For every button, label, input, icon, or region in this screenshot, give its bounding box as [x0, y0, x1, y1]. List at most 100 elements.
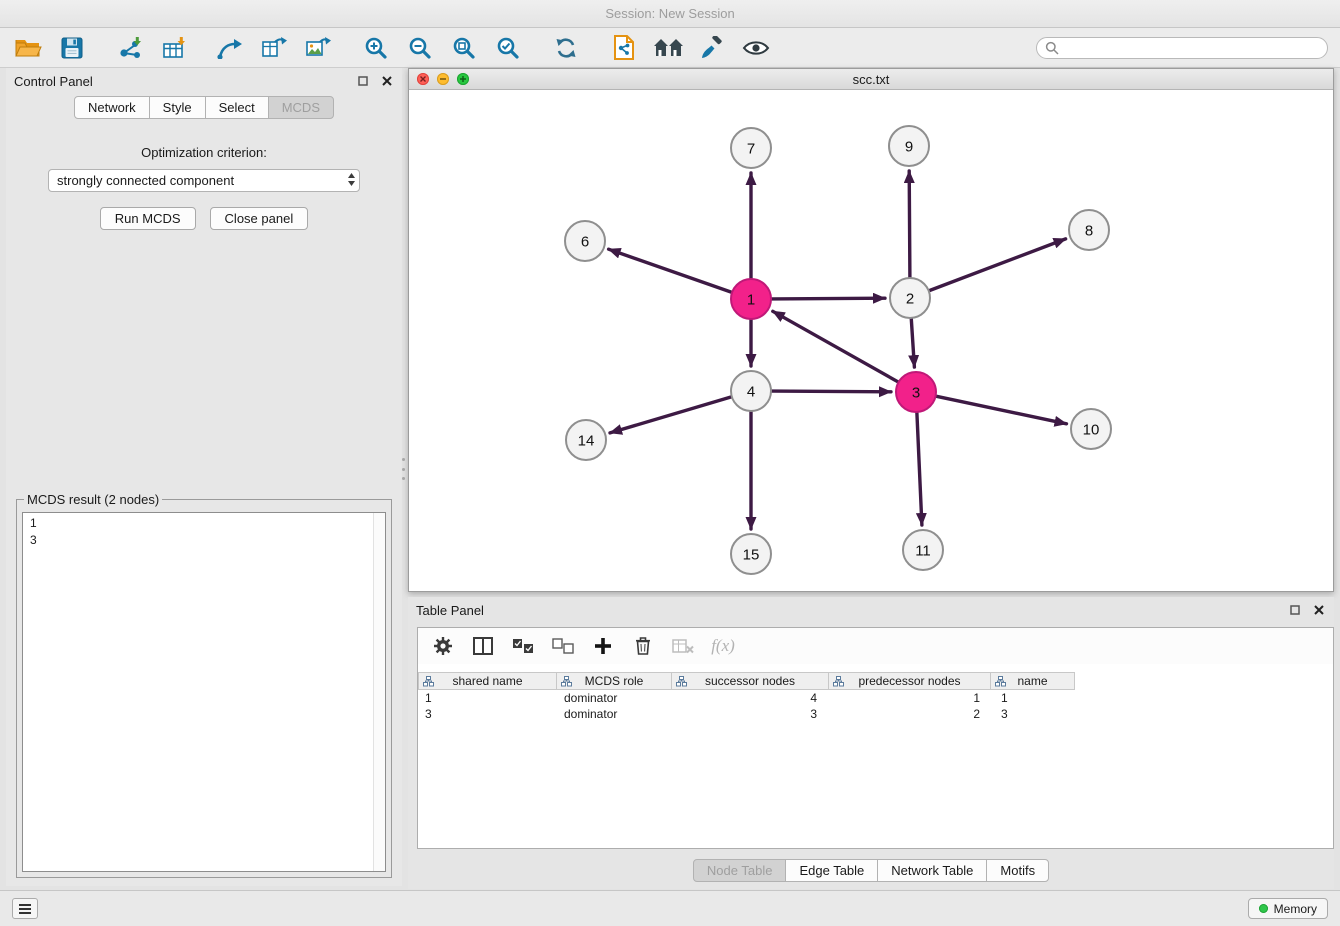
function-builder-button[interactable]: f(x)	[710, 633, 736, 659]
zoom-selected-button[interactable]	[492, 32, 524, 64]
import-table-button[interactable]	[158, 32, 190, 64]
control-panel-tabs: NetworkStyleSelectMCDS	[6, 96, 402, 119]
apply-style-button[interactable]	[696, 32, 728, 64]
table-row[interactable]: 3dominator323	[418, 706, 1333, 722]
close-control-panel-button[interactable]	[380, 74, 394, 88]
mcds-result-item: 3	[30, 532, 378, 549]
network-window-titlebar[interactable]: scc.txt	[409, 69, 1333, 90]
node-table-header: shared name MCDS role successor nodesprede…	[418, 672, 1333, 690]
zoom-in-button[interactable]	[360, 32, 392, 64]
table-cell: 1	[831, 690, 994, 706]
tab-style[interactable]: Style	[149, 96, 206, 119]
network-window-title: scc.txt	[853, 72, 890, 87]
destroy-table-button[interactable]	[670, 633, 696, 659]
edge-2-8[interactable]	[930, 239, 1066, 291]
edge-3-10[interactable]	[937, 396, 1067, 424]
node-11[interactable]: 11	[903, 530, 943, 570]
table-row[interactable]: 1dominator411	[418, 690, 1333, 706]
task-history-button[interactable]	[12, 898, 38, 919]
column-header-shared-name[interactable]: shared name	[418, 672, 557, 690]
panel-splitter-handle[interactable]	[400, 458, 406, 480]
optimization-dropdown[interactable]: strongly connected component	[48, 169, 360, 192]
column-header-predecessor-nodes[interactable]: predecessor nodes	[828, 672, 991, 690]
node-14[interactable]: 14	[566, 420, 606, 460]
delete-column-button[interactable]	[630, 633, 656, 659]
window-titlebar: Session: New Session	[0, 0, 1340, 28]
memory-button[interactable]: Memory	[1248, 898, 1328, 919]
node-table-container: f(x) shared name MCDS role successor nodes…	[417, 627, 1334, 849]
close-table-panel-button[interactable]	[1312, 603, 1326, 617]
float-panel-button[interactable]	[356, 74, 370, 88]
edge-1-2[interactable]	[772, 298, 885, 299]
edge-4-3[interactable]	[772, 391, 891, 392]
import-network-button[interactable]	[114, 32, 146, 64]
export-image-icon	[305, 36, 332, 59]
table-cell: 2	[831, 706, 994, 722]
edge-3-11[interactable]	[917, 413, 922, 525]
node-10[interactable]: 10	[1071, 409, 1111, 449]
export-image-button[interactable]	[302, 32, 334, 64]
column-label: MCDS role	[585, 674, 644, 688]
tab-mcds[interactable]: MCDS	[268, 96, 334, 119]
mcds-result-list[interactable]: 13	[22, 512, 386, 872]
network-home-button[interactable]	[652, 32, 684, 64]
table-settings-button[interactable]	[430, 633, 456, 659]
zoom-out-button[interactable]	[404, 32, 436, 64]
export-table-button[interactable]	[258, 32, 290, 64]
mcds-result-box: MCDS result (2 nodes) 13	[16, 492, 392, 878]
edge-4-14[interactable]	[610, 397, 731, 433]
select-all-icon	[512, 638, 534, 655]
save-session-button[interactable]	[56, 32, 88, 64]
zoom-window-button[interactable]	[457, 73, 469, 85]
apply-layout-button[interactable]	[550, 32, 582, 64]
column-header-mcds-role[interactable]: MCDS role	[556, 672, 672, 690]
open-file-button[interactable]	[608, 32, 640, 64]
tab-network[interactable]: Network	[74, 96, 150, 119]
tab-network-table[interactable]: Network Table	[877, 859, 987, 882]
close-window-button[interactable]	[417, 73, 429, 85]
edge-2-3[interactable]	[911, 319, 914, 367]
window-controls	[417, 73, 469, 85]
zoom-out-icon	[408, 36, 432, 60]
open-session-button[interactable]	[12, 32, 44, 64]
result-scrollbar[interactable]	[373, 513, 385, 871]
run-mcds-button[interactable]: Run MCDS	[100, 207, 196, 230]
add-column-button[interactable]	[590, 633, 616, 659]
mcds-result-title: MCDS result (2 nodes)	[24, 492, 162, 507]
minimize-window-button[interactable]	[437, 73, 449, 85]
search-input[interactable]	[1065, 41, 1319, 55]
zoom-fit-button[interactable]	[448, 32, 480, 64]
node-8[interactable]: 8	[1069, 210, 1109, 250]
show-columns-button[interactable]	[470, 633, 496, 659]
show-details-button[interactable]	[740, 32, 772, 64]
tab-edge-table[interactable]: Edge Table	[785, 859, 878, 882]
tab-node-table[interactable]: Node Table	[693, 859, 787, 882]
node-2[interactable]: 2	[890, 278, 930, 318]
brush-icon	[700, 36, 724, 60]
unselect-all-button[interactable]	[550, 633, 576, 659]
close-panel-button[interactable]: Close panel	[210, 207, 309, 230]
node-15[interactable]: 15	[731, 534, 771, 574]
node-3[interactable]: 3	[896, 372, 936, 412]
edge-1-6[interactable]	[609, 249, 732, 292]
column-header-successor-nodes[interactable]: successor nodes	[671, 672, 829, 690]
node-1[interactable]: 1	[731, 279, 771, 319]
edge-3-1[interactable]	[773, 311, 898, 381]
node-6[interactable]: 6	[565, 221, 605, 261]
column-header-name[interactable]: name	[990, 672, 1075, 690]
node-7[interactable]: 7	[731, 128, 771, 168]
columns-icon	[473, 637, 493, 655]
node-9[interactable]: 9	[889, 126, 929, 166]
search-box[interactable]	[1036, 37, 1328, 59]
tab-motifs[interactable]: Motifs	[986, 859, 1049, 882]
node-4[interactable]: 4	[731, 371, 771, 411]
file-network-icon	[613, 35, 635, 60]
float-table-panel-button[interactable]	[1288, 603, 1302, 617]
fx-label: f(x)	[711, 636, 735, 656]
network-canvas[interactable]: 7 9 6 8 1 2 4 3 14 10 15 11	[409, 90, 1333, 591]
edge-2-9[interactable]	[909, 171, 910, 277]
tab-select[interactable]: Select	[205, 96, 269, 119]
export-network-button[interactable]	[214, 32, 246, 64]
table-cell: dominator	[557, 690, 673, 706]
select-all-button[interactable]	[510, 633, 536, 659]
